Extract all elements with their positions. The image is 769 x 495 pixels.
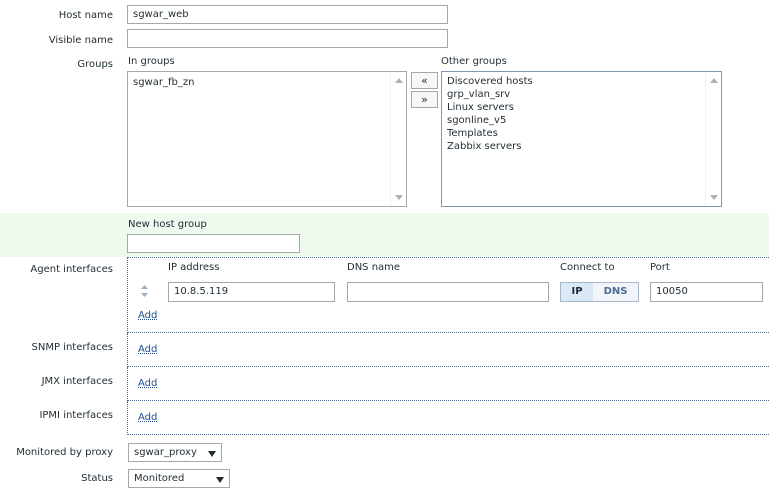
ipmi-interfaces-box bbox=[127, 401, 769, 435]
ip-address-header: IP address bbox=[168, 262, 220, 273]
ipmi-add-link[interactable]: Add bbox=[138, 412, 157, 423]
agent-interfaces-label: Agent interfaces bbox=[30, 264, 113, 275]
other-groups-list[interactable]: Discovered hosts grp_vlan_srv Linux server… bbox=[441, 71, 722, 207]
proxy-label: Monitored by proxy bbox=[16, 447, 113, 458]
port-header: Port bbox=[650, 262, 670, 273]
proxy-select-value: sgwar_proxy bbox=[134, 447, 197, 458]
snmp-interfaces-label: SNMP interfaces bbox=[31, 342, 113, 353]
in-group-item[interactable]: sgwar_fb_zn bbox=[133, 76, 194, 89]
snmp-interfaces-box bbox=[127, 333, 769, 367]
in-groups-scrollbar[interactable] bbox=[390, 72, 406, 206]
status-select[interactable]: Monitored bbox=[128, 469, 230, 488]
new-host-group-input[interactable] bbox=[127, 234, 300, 253]
snmp-add-link[interactable]: Add bbox=[138, 344, 157, 355]
host-name-label: Host name bbox=[58, 10, 113, 21]
proxy-select[interactable]: sgwar_proxy bbox=[128, 443, 222, 462]
in-groups-items: sgwar_fb_zn bbox=[133, 76, 194, 89]
dns-name-input[interactable] bbox=[347, 282, 549, 302]
scroll-down-icon[interactable] bbox=[710, 195, 718, 200]
connect-dns-button[interactable]: DNS bbox=[593, 282, 639, 302]
other-group-item[interactable]: Linux servers bbox=[447, 101, 533, 114]
move-left-button[interactable]: « bbox=[411, 72, 438, 89]
jmx-add-link[interactable]: Add bbox=[138, 378, 157, 389]
dns-name-header: DNS name bbox=[347, 262, 401, 273]
drag-handle-icon[interactable] bbox=[140, 285, 149, 297]
scroll-down-icon[interactable] bbox=[395, 195, 403, 200]
other-group-item[interactable]: Zabbix servers bbox=[447, 140, 533, 153]
jmx-interfaces-box bbox=[127, 367, 769, 401]
visible-name-label: Visible name bbox=[48, 35, 113, 46]
move-right-button[interactable]: » bbox=[411, 91, 438, 108]
new-host-group-row bbox=[0, 213, 769, 257]
connect-ip-button[interactable]: IP bbox=[560, 282, 594, 302]
ip-address-input[interactable]: 10.8.5.119 bbox=[168, 282, 335, 302]
agent-add-link[interactable]: Add bbox=[138, 310, 157, 321]
in-groups-label: In groups bbox=[128, 56, 175, 67]
in-groups-list[interactable]: sgwar_fb_zn bbox=[127, 71, 407, 207]
chevron-down-icon bbox=[216, 477, 224, 483]
other-groups-scrollbar[interactable] bbox=[705, 72, 721, 206]
other-group-item[interactable]: grp_vlan_srv bbox=[447, 88, 533, 101]
other-group-item[interactable]: sgonline_v5 bbox=[447, 114, 533, 127]
groups-label: Groups bbox=[77, 59, 113, 70]
host-name-input[interactable]: sgwar_web bbox=[127, 5, 448, 24]
status-label: Status bbox=[81, 473, 113, 484]
port-input[interactable]: 10050 bbox=[650, 282, 763, 302]
other-group-item[interactable]: Discovered hosts bbox=[447, 75, 533, 88]
scroll-up-icon[interactable] bbox=[710, 78, 718, 83]
jmx-interfaces-label: JMX interfaces bbox=[41, 376, 113, 387]
chevron-down-icon bbox=[208, 451, 216, 457]
ipmi-interfaces-label: IPMI interfaces bbox=[39, 410, 113, 421]
visible-name-input[interactable] bbox=[127, 29, 448, 48]
status-select-value: Monitored bbox=[134, 473, 185, 484]
new-host-group-label: New host group bbox=[128, 219, 207, 230]
connect-to-header: Connect to bbox=[560, 262, 615, 273]
other-group-item[interactable]: Templates bbox=[447, 127, 533, 140]
other-groups-label: Other groups bbox=[441, 56, 507, 67]
scroll-up-icon[interactable] bbox=[395, 78, 403, 83]
other-groups-items: Discovered hosts grp_vlan_srv Linux server… bbox=[447, 75, 533, 153]
